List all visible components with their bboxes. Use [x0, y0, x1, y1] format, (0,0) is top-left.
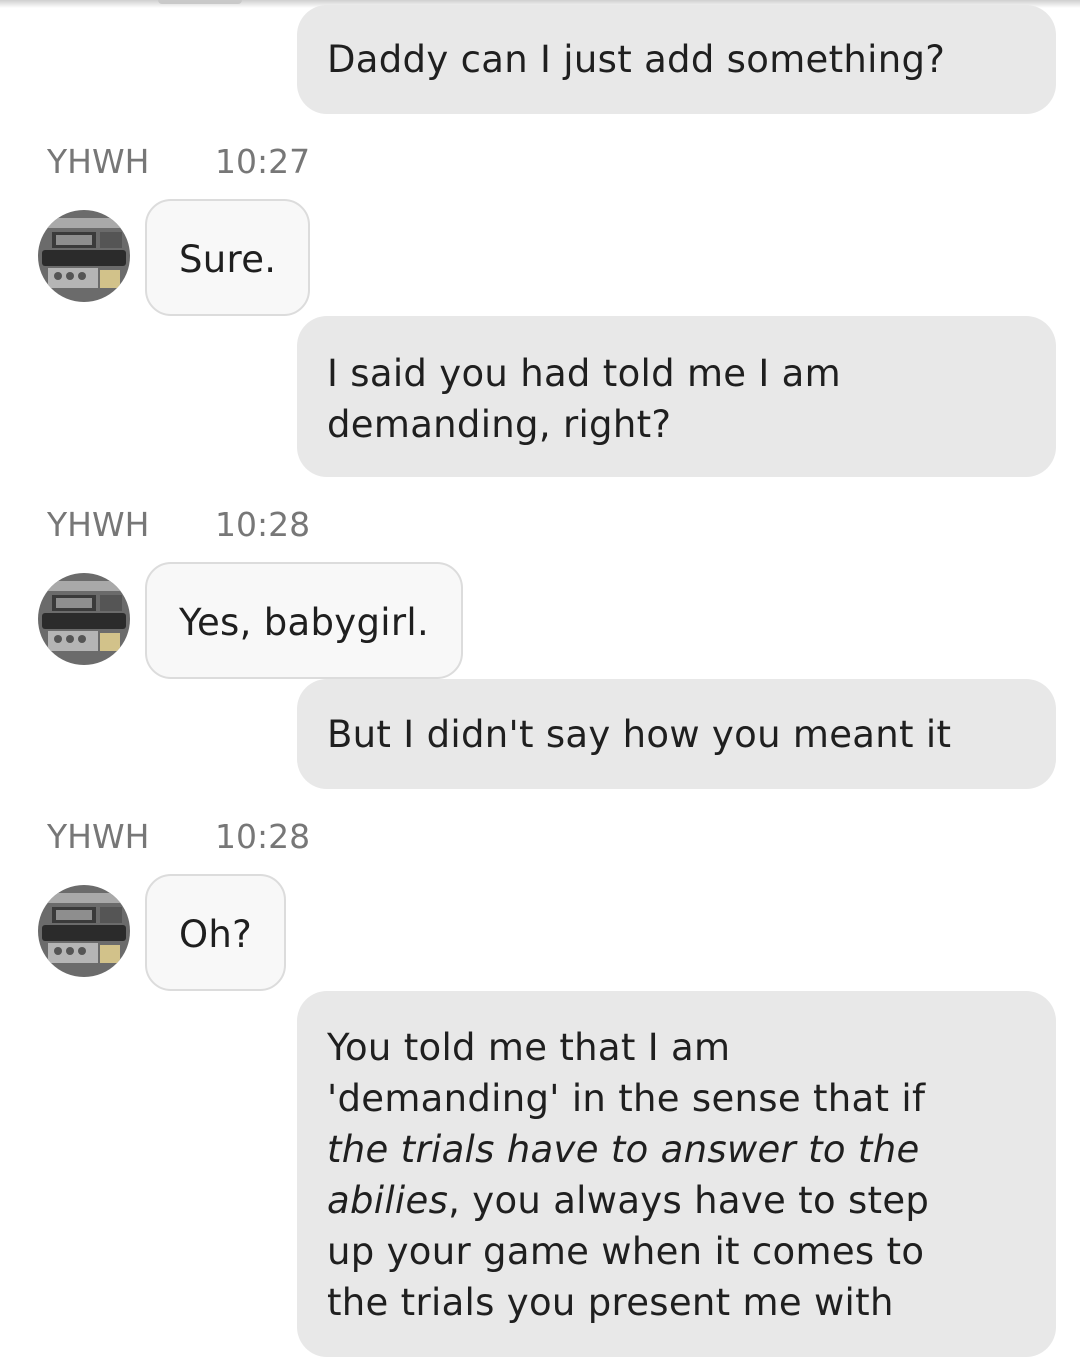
message-text: Daddy can I just add something? — [327, 38, 946, 81]
italic-text: abilies — [327, 1179, 449, 1222]
message-text: , you always have to step — [448, 1179, 930, 1222]
message-line: up your game when it comes to — [327, 1230, 925, 1273]
sender-name: YHWH — [47, 817, 150, 856]
message-line: the trials you present me with — [327, 1281, 894, 1324]
message-time: 10:28 — [215, 817, 311, 856]
device-photo-icon — [38, 573, 130, 665]
chat-thread: Daddy can I just add something? YHWH 10:2… — [0, 0, 1080, 1364]
device-photo-icon — [38, 210, 130, 302]
outgoing-message-bubble[interactable]: But I didn't say how you meant it — [297, 679, 1056, 789]
message-meta: YHWH 10:27 — [47, 142, 310, 181]
incoming-message-bubble[interactable]: Yes, babygirl. — [145, 562, 464, 679]
message-line: You told me that I am — [327, 1026, 731, 1069]
sender-name: YHWH — [47, 142, 150, 181]
message-meta: YHWH 10:28 — [47, 505, 310, 544]
message-text: Sure. — [179, 238, 277, 281]
message-line: 'demanding' in the sense that if — [327, 1077, 926, 1120]
sender-avatar[interactable] — [38, 573, 130, 665]
message-meta: YHWH 10:28 — [47, 817, 310, 856]
message-line-italic: the trials have to answer to the — [327, 1124, 1026, 1175]
message-line-mixed: abilies, you always have to step — [327, 1175, 1026, 1226]
outgoing-message-bubble[interactable]: Daddy can I just add something? — [297, 5, 1056, 114]
outgoing-message-bubble[interactable]: You told me that I am 'demanding' in the… — [297, 991, 1056, 1357]
italic-text: the trials have to answer to the — [327, 1128, 920, 1171]
sender-avatar[interactable] — [38, 885, 130, 977]
message-text: Oh? — [179, 913, 253, 956]
message-time: 10:27 — [215, 142, 311, 181]
message-text: But I didn't say how you meant it — [327, 713, 952, 756]
outgoing-message-bubble[interactable]: I said you had told me I am demanding, r… — [297, 316, 1056, 477]
message-text: Yes, babygirl. — [179, 601, 430, 644]
top-tab-indicator — [158, 0, 242, 4]
message-line: I said you had told me I am — [327, 352, 841, 395]
incoming-message-bubble[interactable]: Sure. — [145, 199, 311, 316]
incoming-message-bubble[interactable]: Oh? — [145, 874, 287, 991]
message-line: demanding, right? — [327, 403, 672, 446]
sender-avatar[interactable] — [38, 210, 130, 302]
sender-name: YHWH — [47, 505, 150, 544]
message-time: 10:28 — [215, 505, 311, 544]
device-photo-icon — [38, 885, 130, 977]
